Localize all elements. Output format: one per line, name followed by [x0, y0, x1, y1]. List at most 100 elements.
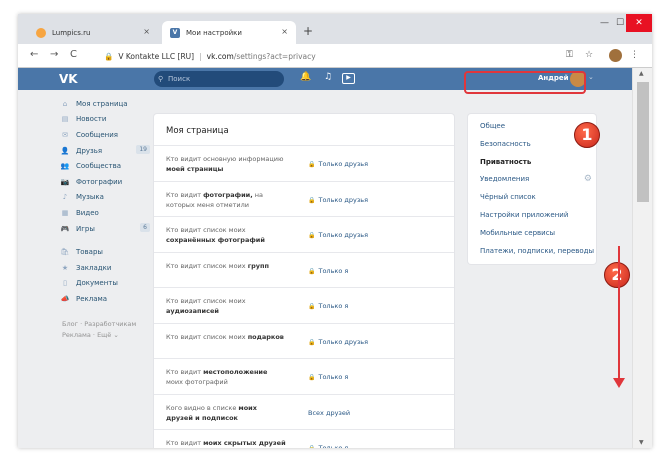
sidebar-item[interactable]: 🛍 Товары [60, 244, 150, 260]
forward-arrow-icon[interactable]: → [50, 49, 58, 60]
privacy-value-label: Только я [318, 266, 349, 275]
sidebar-icon: 👤 [60, 146, 70, 155]
privacy-value-dropdown[interactable]: 🔒 Только друзья [308, 196, 368, 204]
label-text: Кто видит [166, 368, 204, 376]
privacy-value-dropdown[interactable]: 🔒Только я [308, 444, 348, 448]
footer-links-1[interactable]: Блог · Разработчикам [62, 319, 150, 330]
lock-icon: 🔒 [308, 161, 316, 168]
sidebar-item-label: Сообщества [76, 162, 122, 171]
count-badge: 6 [140, 222, 150, 232]
sidebar-item[interactable]: 👤 Друзья 19 [60, 143, 150, 159]
tab-settings[interactable]: V Мои настройки × [162, 21, 296, 44]
bookmark-star-icon[interactable]: ☆ [585, 50, 593, 60]
settings-menu-item[interactable]: Мобильные сервисы [468, 225, 596, 243]
reload-icon[interactable]: C [70, 49, 77, 60]
privacy-value-dropdown[interactable]: 🔒Только я [308, 373, 348, 381]
sidebar-item-label: Игры [76, 224, 95, 233]
sidebar-item[interactable]: ▦ Видео [60, 205, 150, 221]
address-bar[interactable]: 🔒 V Kontakte LLC [RU] | vk.com /settings… [98, 47, 586, 65]
chevron-down-icon[interactable]: ⌄ [588, 73, 594, 81]
sidebar-icon: 🎮 [60, 224, 70, 233]
settings-menu-item[interactable]: Уведомления ⚙ [468, 171, 596, 189]
search-placeholder: Поиск [168, 75, 191, 83]
privacy-row: Кто видит список моих подарков 🔒 Только др… [154, 324, 454, 359]
sidebar-item[interactable]: 📷 Фотографии [60, 174, 150, 190]
vk-logo[interactable]: VK [59, 72, 78, 86]
privacy-value-dropdown[interactable]: 🔒Только я [308, 302, 348, 310]
sidebar-item-label: Видео [76, 208, 99, 217]
sidebar-icon: ▯ [63, 279, 67, 288]
callout-step-2: 2 [604, 262, 630, 288]
privacy-row: Кто видит список моих групп 🔒 Только я [154, 253, 454, 288]
window-close-button[interactable]: ✕ [626, 14, 652, 32]
settings-menu-item[interactable]: Платежи, подписки, переводы [468, 243, 596, 261]
music-note-icon[interactable]: ♫ [324, 72, 332, 82]
sidebar-icon: ⌂ [62, 99, 68, 108]
maximize-button[interactable]: ☐ [616, 18, 624, 28]
privacy-row: Кто видит основную информацию моей стран… [154, 146, 454, 182]
privacy-row-label: Кто видит список моих подарков [166, 332, 286, 342]
footer-links-2[interactable]: Реклама · Ещё ⌄ [62, 330, 150, 341]
settings-menu-label: Настройки приложений [480, 210, 569, 219]
key-icon[interactable]: ⚿ [566, 50, 573, 60]
minimize-button[interactable]: — [600, 18, 609, 28]
privacy-row: Кого видно в списке моих друзей и подпис… [154, 395, 454, 430]
privacy-value-dropdown[interactable]: 🔒 Только друзья [308, 231, 368, 239]
label-text: Кто видит список моих [166, 332, 248, 341]
count-badge: 19 [136, 144, 150, 154]
settings-menu-item[interactable]: Чёрный список [468, 189, 596, 207]
menu-dots-icon[interactable]: ⋮ [630, 50, 639, 60]
privacy-value-dropdown[interactable]: 🔒 Только друзья [308, 160, 368, 168]
label-bold: групп [247, 261, 269, 270]
site-identity: V Kontakte LLC [RU] [118, 51, 195, 61]
new-tab-button[interactable]: + [303, 24, 313, 38]
settings-menu-item[interactable]: Настройки приложений [468, 207, 596, 225]
scroll-arrow-line [618, 246, 620, 382]
back-arrow-icon[interactable]: ← [30, 49, 38, 60]
bell-icon[interactable]: 🔔 [300, 72, 311, 82]
sidebar-item[interactable]: ⌂ Моя страница [60, 96, 150, 112]
privacy-value-dropdown[interactable]: Всех друзей [308, 409, 350, 417]
privacy-value-dropdown[interactable]: 🔒Только я [308, 267, 348, 275]
browser-profile-avatar[interactable] [609, 49, 622, 62]
sidebar-item[interactable]: ✉ Сообщения [60, 127, 150, 143]
sidebar-item[interactable]: 📣 Реклама [60, 291, 150, 307]
tab-title: Lumpics.ru [52, 28, 91, 37]
privacy-value-dropdown[interactable]: 🔒 Только друзья [308, 338, 368, 346]
sidebar-item[interactable]: 🎮 Игры 6 [60, 221, 150, 237]
privacy-value-label: Только друзья [318, 195, 369, 204]
sidebar-icon: ★ [61, 263, 69, 272]
settings-menu-label: Чёрный список [480, 193, 536, 202]
scrollbar-thumb[interactable] [637, 82, 649, 202]
tab-close-icon[interactable]: × [281, 27, 288, 36]
tab-lumpics[interactable]: Lumpics.ru × [28, 21, 158, 44]
tab-close-icon[interactable]: × [143, 27, 150, 36]
lock-icon: 🔒 [308, 445, 315, 448]
privacy-row-label: Кто видит список моих аудиозаписей [166, 296, 286, 316]
label-bold: сохранённых фотографий [166, 236, 265, 244]
sidebar-item-label: Сообщения [76, 130, 119, 139]
label-bold: моей страницы [166, 165, 224, 173]
lock-icon: 🔒 [308, 232, 316, 239]
play-icon[interactable]: ▶ [342, 73, 355, 84]
scroll-up-icon[interactable]: ▲ [639, 70, 644, 77]
settings-menu-label: Общее [480, 122, 506, 130]
url-host: vk.com [206, 51, 234, 61]
sidebar-item-label: Новости [76, 115, 107, 124]
sidebar-item[interactable]: 👥 Сообщества [60, 158, 150, 174]
gear-icon[interactable]: ⚙ [584, 171, 592, 189]
sidebar-footer: Блог · Разработчикам Реклама · Ещё ⌄ [60, 319, 150, 341]
lock-icon: 🔒 [104, 51, 114, 61]
sidebar-item[interactable]: ★ Закладки [60, 260, 150, 276]
page-scrollbar[interactable]: ▲ ▼ [632, 68, 652, 448]
sidebar-item[interactable]: ▯ Документы [60, 276, 150, 292]
label-bold: фотографии, [203, 190, 253, 199]
url-path: /settings?act=privacy [233, 51, 316, 61]
label-text: Кто видит [166, 439, 204, 447]
sidebar-item[interactable]: ♪ Музыка [60, 190, 150, 206]
settings-menu-item[interactable]: Приватность [468, 154, 596, 172]
lumpics-favicon-icon [36, 27, 46, 38]
sidebar-item[interactable]: ▤ Новости [60, 112, 150, 128]
scroll-down-icon[interactable]: ▼ [639, 439, 644, 446]
search-input[interactable]: ⚲ Поиск [154, 71, 284, 87]
